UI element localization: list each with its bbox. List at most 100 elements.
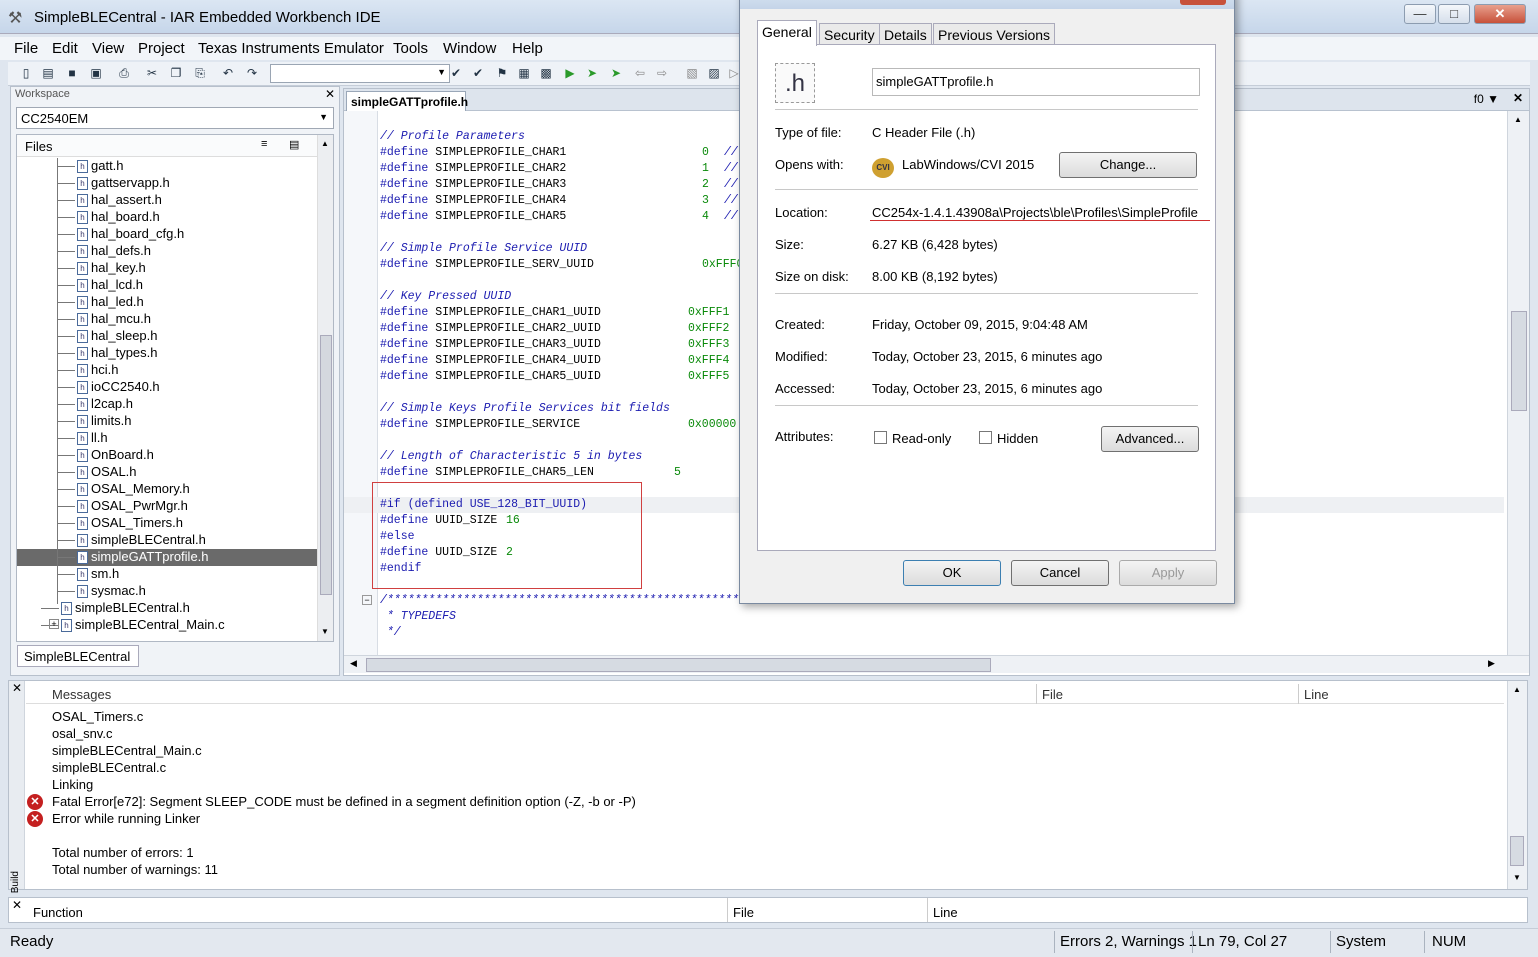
readonly-checkbox[interactable] [874, 431, 887, 444]
editor-vscroll-thumb[interactable] [1511, 311, 1527, 411]
file-tree-item[interactable]: h hal_sleep.h [17, 328, 317, 345]
location-value[interactable]: CC254x-1.4.1.43908a\Projects\ble\Profile… [872, 205, 1202, 220]
readonly-label[interactable]: Read-only [892, 431, 951, 446]
scroll-up-icon[interactable]: ▲ [1514, 115, 1522, 124]
compile-icon[interactable]: ▦ [516, 65, 532, 81]
function-dropdown[interactable]: f0 ▼ [1474, 92, 1499, 106]
function-column[interactable]: Function [33, 905, 83, 920]
close-icon[interactable]: ✕ [12, 681, 22, 695]
line-column[interactable]: Line [933, 905, 958, 920]
file-tree-item[interactable]: h ioCC2540.h [17, 379, 317, 396]
message-row[interactable]: Fatal Error[e72]: Segment SLEEP_CODE mus… [52, 794, 636, 809]
files-scroll-thumb[interactable] [320, 335, 332, 595]
file-name-field[interactable]: simpleGATTprofile.h [872, 68, 1200, 96]
file-tree-item[interactable]: h hal_types.h [17, 345, 317, 362]
file-tree-item[interactable]: h gattservapp.h [17, 175, 317, 192]
file-tree-item[interactable]: h hal_defs.h [17, 243, 317, 260]
hidden-label[interactable]: Hidden [997, 431, 1038, 446]
step-out-icon[interactable]: ⇦ [632, 65, 648, 81]
file-tree-item[interactable]: h sm.h [17, 566, 317, 583]
redo-icon[interactable]: ↷ [244, 65, 260, 81]
scroll-down-icon[interactable]: ▼ [1513, 873, 1521, 882]
chevron-down-icon[interactable]: ▼ [319, 112, 328, 122]
hidden-checkbox[interactable] [979, 431, 992, 444]
editor-hscroll-thumb[interactable] [366, 658, 991, 672]
message-row[interactable]: Linking [52, 777, 93, 792]
cancel-button[interactable]: Cancel [1011, 560, 1109, 586]
chevron-down-icon[interactable]: ▼ [437, 67, 446, 77]
column-divider[interactable] [1036, 684, 1037, 704]
config-icon[interactable]: ▤ [289, 138, 299, 151]
file-tree-item[interactable]: h l2cap.h [17, 396, 317, 413]
message-row[interactable]: simpleBLECentral.c [52, 760, 166, 775]
debug-icon[interactable]: ▶ [562, 65, 578, 81]
fold-icon[interactable]: − [362, 595, 372, 605]
minimize-button[interactable]: — [1404, 4, 1436, 24]
find-combo[interactable]: ▼ [270, 64, 450, 83]
menu-file[interactable]: File [14, 40, 38, 57]
file-tree-item[interactable]: h hal_assert.h [17, 192, 317, 209]
save-icon[interactable]: ■ [64, 65, 80, 81]
workspace-tab[interactable]: SimpleBLECentral [17, 645, 139, 667]
file-tree-item[interactable]: h simpleBLECentral.h [17, 600, 317, 617]
column-divider[interactable] [727, 898, 728, 922]
close-icon[interactable]: ✕ [1513, 91, 1523, 105]
scroll-right-icon[interactable]: ▶ [1488, 658, 1495, 669]
configuration-select[interactable]: CC2540EM ▼ [16, 107, 334, 129]
open-icon[interactable]: ▤ [40, 65, 56, 81]
message-row[interactable]: osal_snv.c [52, 726, 112, 741]
maximize-button[interactable]: □ [1438, 4, 1470, 24]
editor-tab[interactable]: simpleGATTprofile.h [346, 91, 468, 111]
run-to-cursor-icon[interactable]: ⇨ [654, 65, 670, 81]
build-scroll-thumb[interactable] [1510, 836, 1524, 866]
tab-previous-versions[interactable]: Previous Versions [933, 23, 1056, 45]
column-divider[interactable] [1298, 684, 1299, 704]
file-tree-item[interactable]: h limits.h [17, 413, 317, 430]
make-icon[interactable]: ▩ [538, 65, 554, 81]
menu-window[interactable]: Window [443, 40, 496, 57]
file-tree-item[interactable]: h sysmac.h [17, 583, 317, 600]
expand-icon[interactable]: + [49, 619, 59, 629]
dialog-close-button[interactable] [1180, 0, 1226, 5]
file-tree-item[interactable]: h hci.h [17, 362, 317, 379]
message-row[interactable]: simpleBLECentral_Main.c [52, 743, 202, 758]
file-tree-item[interactable]: h hal_mcu.h [17, 311, 317, 328]
menu-view[interactable]: View [92, 40, 124, 57]
messages-column[interactable]: Messages [52, 687, 111, 702]
print-icon[interactable]: ⎙ [116, 65, 132, 81]
cut-icon[interactable]: ✂ [144, 65, 160, 81]
advanced-button[interactable]: Advanced... [1101, 426, 1199, 452]
files-scrollbar[interactable]: ▲ ▼ [317, 135, 333, 641]
file-tree-item[interactable]: h hal_board.h [17, 209, 317, 226]
line-column[interactable]: Line [1304, 687, 1329, 702]
file-tree-item[interactable]: h ll.h [17, 430, 317, 447]
file-tree-item[interactable]: h gatt.h [17, 158, 317, 175]
close-icon[interactable]: ✕ [12, 898, 22, 912]
editor-hscrollbar[interactable]: ◀ ▶ [344, 655, 1529, 673]
close-icon[interactable]: ✕ [325, 87, 335, 101]
message-row[interactable]: Total number of errors: 1 [52, 845, 194, 860]
file-tree-item[interactable]: h OSAL.h [17, 464, 317, 481]
undo-icon[interactable]: ↶ [220, 65, 236, 81]
tab-general[interactable]: General [757, 20, 817, 46]
toggle-bookmark-icon[interactable]: ⚑ [494, 65, 510, 81]
message-row[interactable]: Total number of warnings: 11 [52, 862, 218, 877]
step-into-icon[interactable]: ➤ [608, 65, 624, 81]
editor-vscrollbar[interactable]: ▲ [1507, 111, 1529, 656]
file-tree-item[interactable]: h OnBoard.h [17, 447, 317, 464]
menu-edit[interactable]: Edit [52, 40, 78, 57]
file-tree-item[interactable]: h hal_key.h [17, 260, 317, 277]
step-over-icon[interactable]: ➤ [584, 65, 600, 81]
message-row[interactable]: OSAL_Timers.c [52, 709, 143, 724]
save-all-icon[interactable]: ▣ [88, 65, 104, 81]
file-tree-item[interactable]: + h simpleBLECentral_Main.c [17, 617, 317, 634]
file-tree-item[interactable]: h simpleBLECentral.h [17, 532, 317, 549]
copy-icon[interactable]: ❐ [168, 65, 184, 81]
paste-icon[interactable]: ⎘ [192, 65, 208, 81]
tab-security[interactable]: Security [819, 23, 880, 45]
ok-button[interactable]: OK [903, 560, 1001, 586]
scroll-down-icon[interactable]: ▼ [321, 627, 329, 636]
find-next-icon[interactable]: ✔ [448, 65, 464, 81]
file-tree-item[interactable]: h simpleGATTprofile.h [17, 549, 317, 566]
menu-help[interactable]: Help [512, 40, 543, 57]
